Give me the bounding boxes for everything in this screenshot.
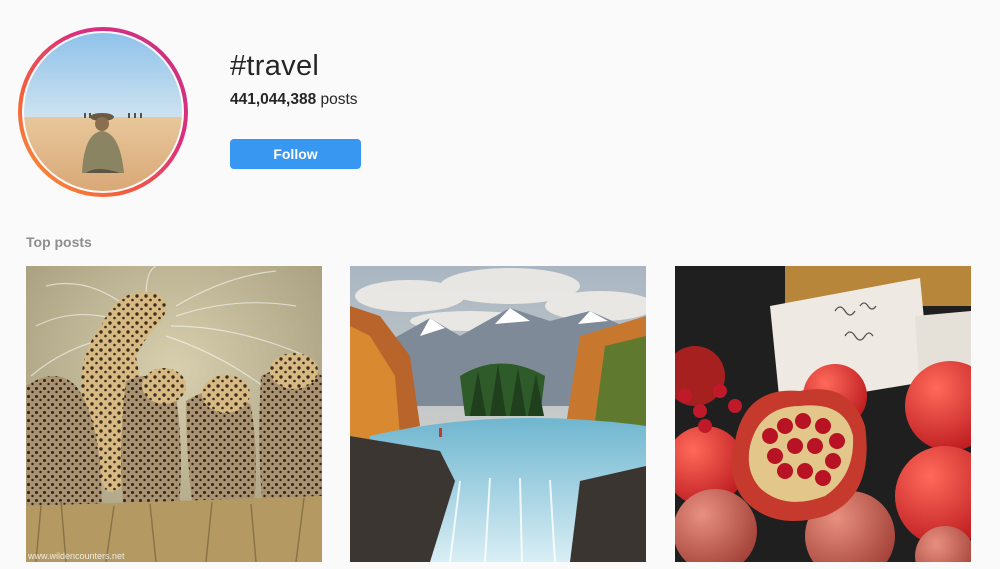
- avatar-image: [24, 33, 182, 191]
- post-count-number: 441,044,388: [230, 91, 317, 108]
- pomegranates-image: [675, 266, 971, 562]
- post-tile-pomegranates[interactable]: [675, 266, 971, 562]
- follow-button[interactable]: Follow: [230, 139, 361, 169]
- hashtag-title: #travel: [230, 50, 320, 82]
- desert-traveler-image: [24, 33, 182, 191]
- top-posts-label: Top posts: [26, 234, 92, 250]
- post-count-suffix: posts: [316, 91, 358, 108]
- mountain-waterfall-image: [350, 266, 646, 562]
- cheetahs-image: [26, 266, 322, 562]
- photo-watermark: www.wildencounters.net: [28, 551, 125, 561]
- post-tile-cheetahs[interactable]: www.wildencounters.net: [26, 266, 322, 562]
- hashtag-avatar[interactable]: [18, 27, 188, 197]
- post-count: 441,044,388 posts: [230, 91, 358, 109]
- post-tile-waterfall[interactable]: [350, 266, 646, 562]
